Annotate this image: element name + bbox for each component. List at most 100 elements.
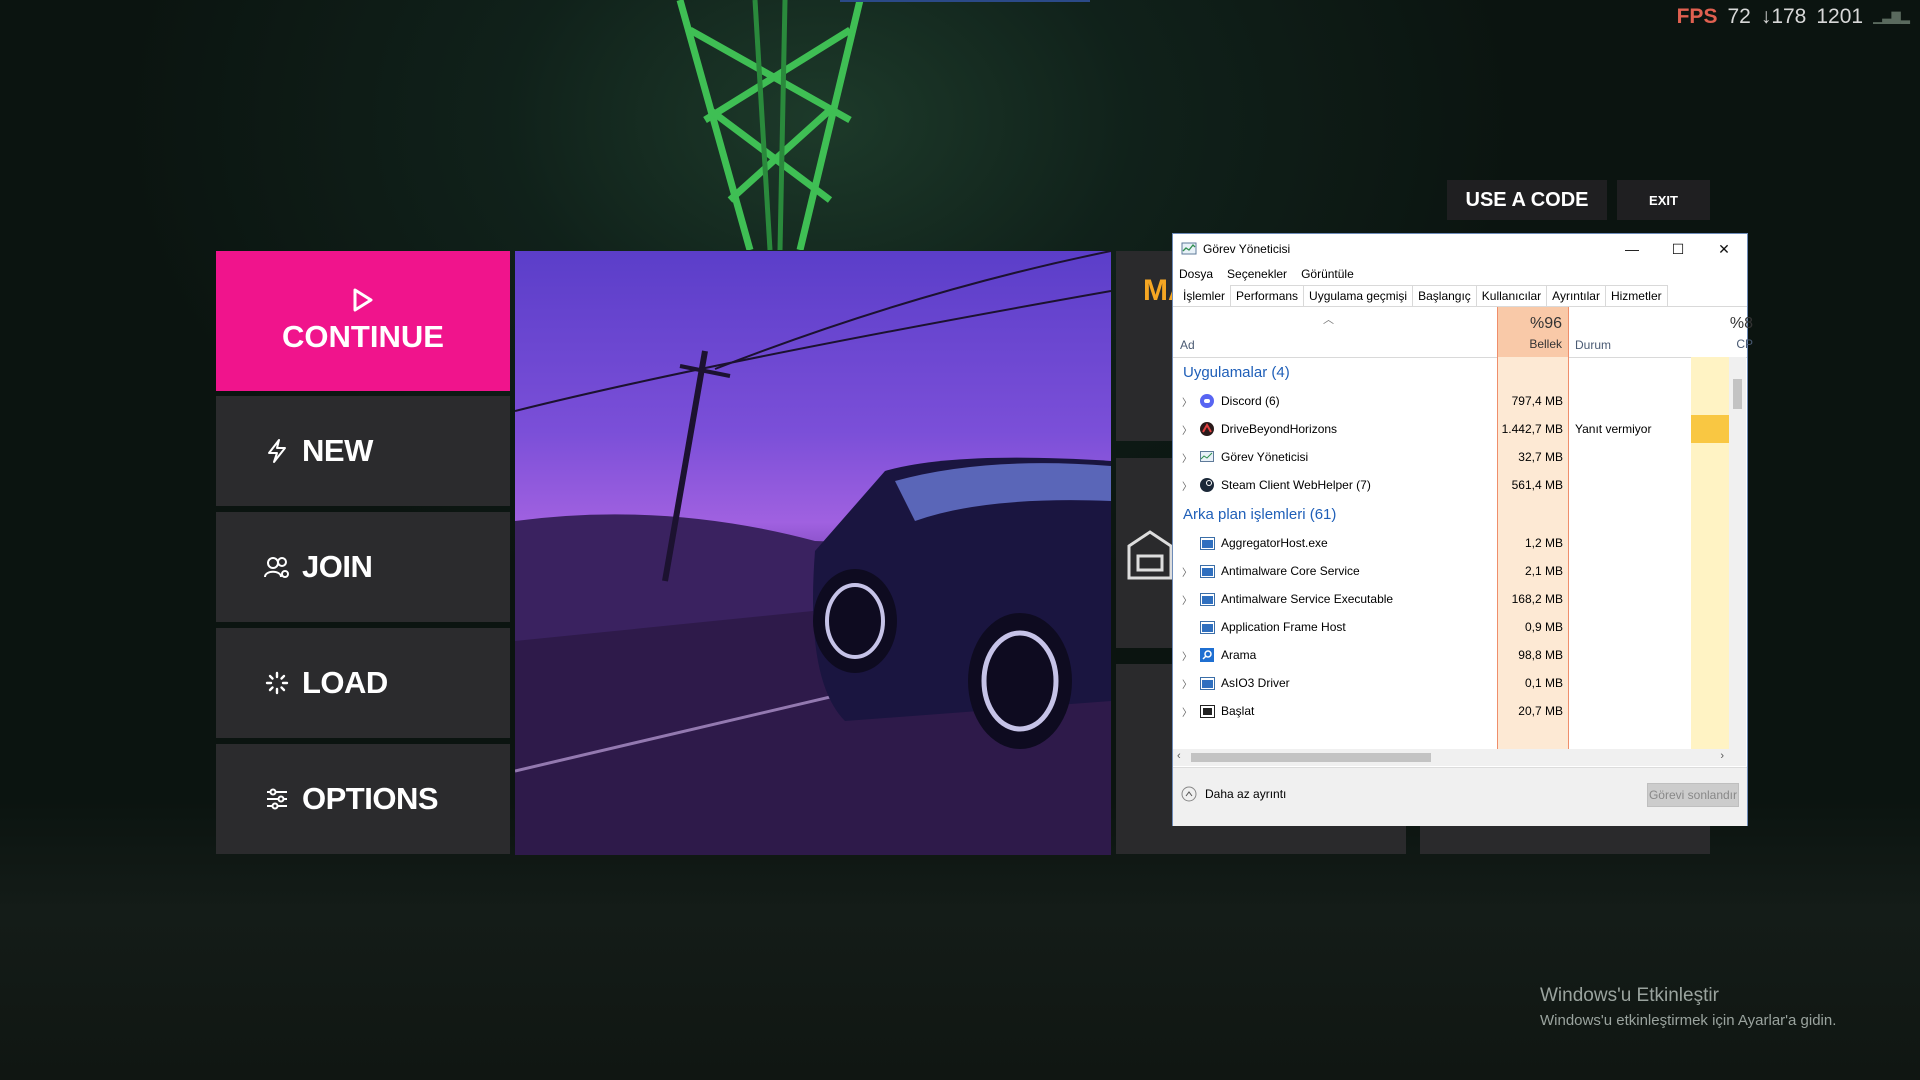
horizontal-scrollbar[interactable]: ‹ ›: [1173, 749, 1746, 766]
lightning-icon: [260, 434, 294, 468]
continue-button[interactable]: CONTINUE: [216, 251, 510, 391]
loading-spinner-icon: [260, 666, 294, 700]
expand-chevron-icon[interactable]: 〉: [1177, 564, 1197, 579]
process-row[interactable]: 〉 AsIO3 Driver 0,1 MB: [1173, 669, 1729, 697]
expand-chevron-icon[interactable]: 〉: [1177, 394, 1197, 409]
background-group-header: Arka plan işlemleri (61): [1183, 505, 1337, 523]
process-row[interactable]: 〉 Steam Client WebHelper (7) 561,4 MB: [1173, 471, 1729, 499]
minimize-icon[interactable]: —: [1609, 234, 1655, 264]
column-name[interactable]: Ad: [1180, 338, 1195, 352]
garage-icon: [1127, 530, 1173, 580]
tab-performance[interactable]: Performans: [1230, 285, 1305, 306]
task-manager-icon: [1181, 242, 1197, 255]
process-row[interactable]: 〉 Antimalware Core Service 2,1 MB: [1173, 557, 1729, 585]
expand-chevron-icon[interactable]: 〉: [1177, 478, 1197, 493]
garage-card[interactable]: [1116, 458, 1176, 648]
scroll-thumb[interactable]: [1191, 753, 1431, 762]
fewer-details-button[interactable]: Daha az ayrıntı: [1181, 786, 1286, 802]
continue-label: CONTINUE: [282, 319, 444, 354]
tab-details[interactable]: Ayrıntılar: [1546, 285, 1606, 306]
tab-users[interactable]: Kullanıcılar: [1475, 285, 1548, 306]
search-icon: [1199, 647, 1215, 663]
expand-chevron-icon[interactable]: 〉: [1177, 450, 1197, 465]
close-icon[interactable]: ✕: [1701, 234, 1747, 264]
column-status[interactable]: Durum: [1575, 338, 1611, 352]
options-label: OPTIONS: [302, 781, 439, 816]
task-manager-window: Görev Yöneticisi — ☐ ✕ Dosya Seçenekler …: [1173, 234, 1753, 826]
tab-services[interactable]: Hizmetler: [1604, 285, 1668, 306]
load-label: LOAD: [302, 665, 388, 700]
cpu-percent: %8: [1729, 315, 1753, 332]
expand-chevron-icon[interactable]: 〉: [1177, 704, 1197, 719]
tab-processes[interactable]: İşlemler: [1177, 285, 1232, 306]
vertical-scrollbar[interactable]: [1729, 357, 1746, 749]
tab-startup[interactable]: Başlangıç: [1412, 285, 1477, 306]
maximize-icon[interactable]: ☐: [1655, 234, 1701, 264]
process-row[interactable]: 〉 Discord (6) 797,4 MB: [1173, 387, 1729, 415]
power-tower-graphic: [676, 0, 864, 250]
expand-chevron-icon[interactable]: 〉: [1177, 592, 1197, 607]
app-window-icon: [1199, 591, 1215, 607]
game-icon: [1199, 421, 1215, 437]
apps-group-header: Uygulamalar (4): [1183, 363, 1290, 381]
activation-watermark: Windows'u Etkinleştir Windows'u etkinleş…: [1540, 985, 1836, 1029]
fps-label: FPS: [1676, 5, 1718, 28]
column-memory[interactable]: %96 Bellek: [1497, 307, 1569, 357]
process-row[interactable]: 〉 DriveBeyondHorizons 1.442,7 MB Yanıt v…: [1173, 415, 1729, 443]
menu-bar: Dosya Seçenekler Görüntüle: [1173, 264, 1747, 284]
scroll-left-icon[interactable]: ‹: [1177, 750, 1181, 762]
tab-app-history[interactable]: Uygulama geçmişi: [1303, 285, 1414, 306]
hero-car-image: [515, 251, 1111, 855]
menu-view[interactable]: Görüntüle: [1301, 267, 1354, 281]
options-button[interactable]: OPTIONS: [216, 744, 510, 854]
app-window-icon: [1199, 535, 1215, 551]
sliders-icon: [260, 782, 294, 816]
app-window-icon: [1199, 675, 1215, 691]
watermark-subtitle: Windows'u etkinleştirmek için Ayarlar'a …: [1540, 1012, 1837, 1029]
hud-graph-icon: ▁▃▇▂: [1873, 10, 1910, 24]
fps-overlay: FPS 72 ↓178 1201 ▁▃▇▂: [1667, 4, 1920, 30]
start-menu-icon: [1199, 703, 1215, 719]
column-cpu[interactable]: %8 CP: [1713, 307, 1753, 357]
steam-icon: [1199, 477, 1215, 493]
hud-value-a: ↓178: [1760, 5, 1807, 28]
top-accent-line: [840, 0, 1090, 2]
memory-percent: %96: [1529, 315, 1562, 332]
menu-file[interactable]: Dosya: [1179, 267, 1213, 281]
chevron-up-circle-icon: [1181, 786, 1197, 802]
hud-value-b: 1201: [1816, 5, 1864, 28]
expand-chevron-icon[interactable]: 〉: [1177, 676, 1197, 691]
join-label: JOIN: [302, 549, 373, 584]
scroll-right-icon[interactable]: ›: [1720, 750, 1724, 762]
fps-value: 72: [1727, 5, 1751, 28]
use-a-code-button[interactable]: USE A CODE: [1447, 180, 1607, 220]
app-window-icon: [1199, 563, 1215, 579]
window-title: Görev Yöneticisi: [1203, 242, 1291, 256]
task-manager-icon: [1199, 449, 1215, 465]
process-row[interactable]: 〉 Arama 98,8 MB: [1173, 641, 1729, 669]
exit-button[interactable]: EXIT: [1617, 180, 1710, 220]
process-row[interactable]: 〉 Antimalware Service Executable 168,2 M…: [1173, 585, 1729, 613]
process-row[interactable]: 〉 Görev Yöneticisi 32,7 MB: [1173, 443, 1729, 471]
sort-up-icon: ︿: [1323, 314, 1334, 326]
memory-label: Bellek: [1529, 337, 1562, 351]
scroll-thumb[interactable]: [1733, 379, 1742, 409]
process-row[interactable]: AggregatorHost.exe 1,2 MB: [1173, 529, 1729, 557]
expand-chevron-icon[interactable]: 〉: [1177, 648, 1197, 663]
app-window-icon: [1199, 619, 1215, 635]
process-row[interactable]: 〉 Başlat 20,7 MB: [1173, 697, 1729, 725]
cpu-label: CP: [1736, 337, 1753, 351]
status-not-responding: Yanıt vermiyor: [1575, 422, 1652, 436]
new-button[interactable]: NEW: [216, 396, 510, 506]
end-task-button[interactable]: Görevi sonlandır: [1647, 783, 1739, 807]
load-button[interactable]: LOAD: [216, 628, 510, 738]
process-list: Uygulamalar (4) 〉 Discord (6) 797,4 MB 〉…: [1173, 357, 1729, 749]
footer-bar: Daha az ayrıntı Görevi sonlandır: [1173, 767, 1747, 826]
users-icon: [260, 550, 294, 584]
expand-chevron-icon[interactable]: 〉: [1177, 422, 1197, 437]
join-button[interactable]: JOIN: [216, 512, 510, 622]
tab-bar: İşlemler Performans Uygulama geçmişi Baş…: [1173, 284, 1747, 307]
discord-icon: [1199, 393, 1215, 409]
menu-options[interactable]: Seçenekler: [1227, 267, 1287, 281]
process-row[interactable]: Application Frame Host 0,9 MB: [1173, 613, 1729, 641]
